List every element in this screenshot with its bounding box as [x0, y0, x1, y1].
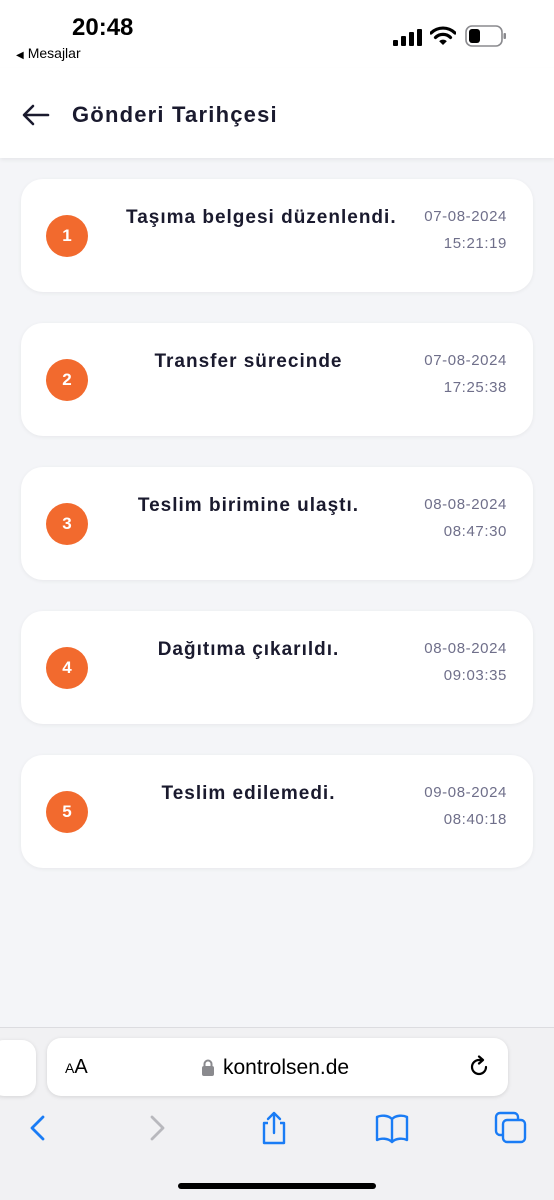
- history-item: 2 Transfer sürecinde 07-08-2024 17:25:38: [21, 323, 533, 436]
- history-item: 3 Teslim birimine ulaştı. 08-08-2024 08:…: [21, 467, 533, 580]
- wifi-icon: [430, 26, 456, 45]
- bookmarks-icon[interactable]: [374, 1110, 410, 1146]
- back-triangle-icon: ◀: [16, 50, 24, 61]
- text-size-large-label: A: [74, 1056, 88, 1078]
- history-status: Teslim edilemedi.: [161, 783, 336, 804]
- battery-low-icon: [465, 25, 506, 47]
- history-time: 09:03:35: [443, 667, 507, 684]
- step-badge: 2: [46, 359, 88, 401]
- home-indicator[interactable]: [178, 1183, 376, 1189]
- history-date: 09-08-2024: [424, 784, 507, 801]
- step-badge: 4: [46, 647, 88, 689]
- tabs-icon[interactable]: [493, 1110, 529, 1146]
- forward-chevron-icon[interactable]: [139, 1110, 175, 1146]
- step-badge: 5: [46, 791, 88, 833]
- back-chevron-icon[interactable]: [20, 1110, 56, 1146]
- history-status: Dağıtıma çıkarıldı.: [157, 639, 340, 660]
- shipment-history-list: 1 Taşıma belgesi düzenlendi. 07-08-2024 …: [21, 179, 533, 899]
- history-time: 08:47:30: [443, 523, 507, 540]
- history-time: 17:25:38: [443, 379, 507, 396]
- history-date: 08-08-2024: [424, 640, 507, 657]
- address-bar[interactable]: AA kontrolsen.de: [47, 1038, 508, 1096]
- status-time: 20:48: [72, 14, 134, 41]
- cellular-signal-icon: [393, 29, 422, 46]
- history-time: 08:40:18: [443, 811, 507, 828]
- browser-bottom-bar: AA kontrolsen.de: [0, 1027, 554, 1200]
- history-date: 08-08-2024: [424, 496, 507, 513]
- page-title: Gönderi Tarihçesi: [72, 102, 278, 127]
- step-badge: 3: [46, 503, 88, 545]
- history-item: 4 Dağıtıma çıkarıldı. 08-08-2024 09:03:3…: [21, 611, 533, 724]
- text-size-small-label: A: [65, 1060, 75, 1076]
- history-status: Transfer sürecinde: [154, 351, 343, 372]
- status-bar: 20:48 ◀ Mesajlar: [0, 0, 554, 68]
- back-app-label: Mesajlar: [27, 45, 81, 61]
- back-to-app-link[interactable]: ◀ Mesajlar: [16, 45, 81, 61]
- reload-icon[interactable]: [467, 1055, 491, 1079]
- history-item: 1 Taşıma belgesi düzenlendi. 07-08-2024 …: [21, 179, 533, 292]
- history-status: Teslim birimine ulaştı.: [137, 495, 360, 516]
- history-time: 15:21:19: [443, 235, 507, 252]
- app-header: Gönderi Tarihçesi: [0, 68, 554, 158]
- history-item: 5 Teslim edilemedi. 09-08-2024 08:40:18: [21, 755, 533, 868]
- step-badge: 1: [46, 215, 88, 257]
- history-status: Taşıma belgesi düzenlendi.: [126, 207, 397, 228]
- history-date: 07-08-2024: [424, 352, 507, 369]
- lock-icon: [202, 1059, 214, 1076]
- history-date: 07-08-2024: [424, 208, 507, 225]
- previous-tab-preview[interactable]: [0, 1040, 36, 1096]
- url-text[interactable]: kontrolsen.de: [223, 1056, 349, 1080]
- share-icon[interactable]: [256, 1110, 292, 1146]
- text-size-button[interactable]: AA: [65, 1056, 88, 1079]
- arrow-left-icon[interactable]: [22, 104, 50, 126]
